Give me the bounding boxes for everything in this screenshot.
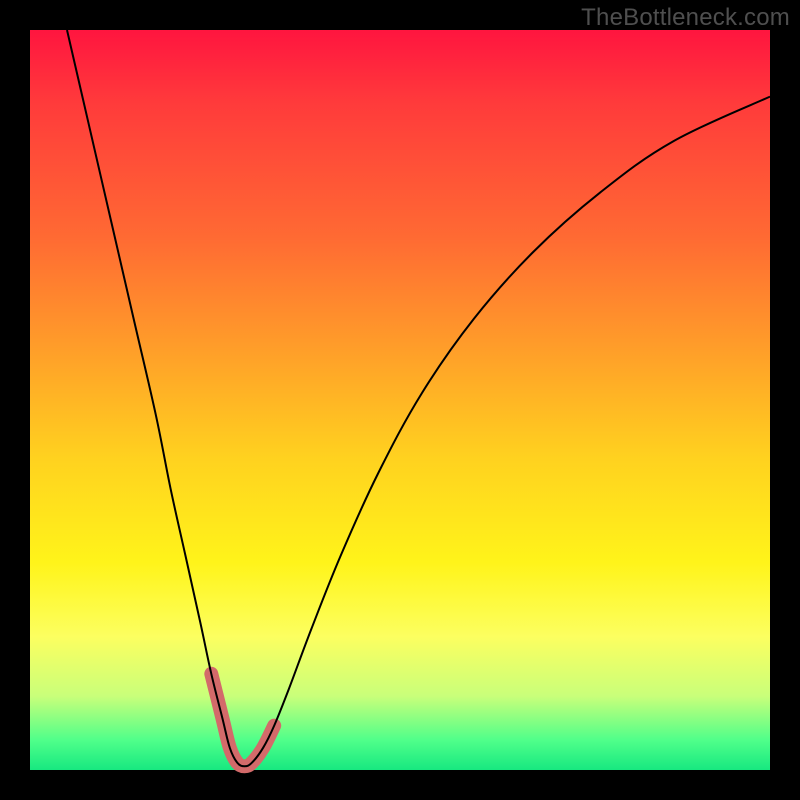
minimum-highlight-path xyxy=(211,674,274,767)
bottleneck-curve-path xyxy=(67,30,770,766)
chart-svg xyxy=(30,30,770,770)
chart-frame: TheBottleneck.com xyxy=(0,0,800,800)
watermark-text: TheBottleneck.com xyxy=(581,4,790,32)
plot-area xyxy=(30,30,770,770)
